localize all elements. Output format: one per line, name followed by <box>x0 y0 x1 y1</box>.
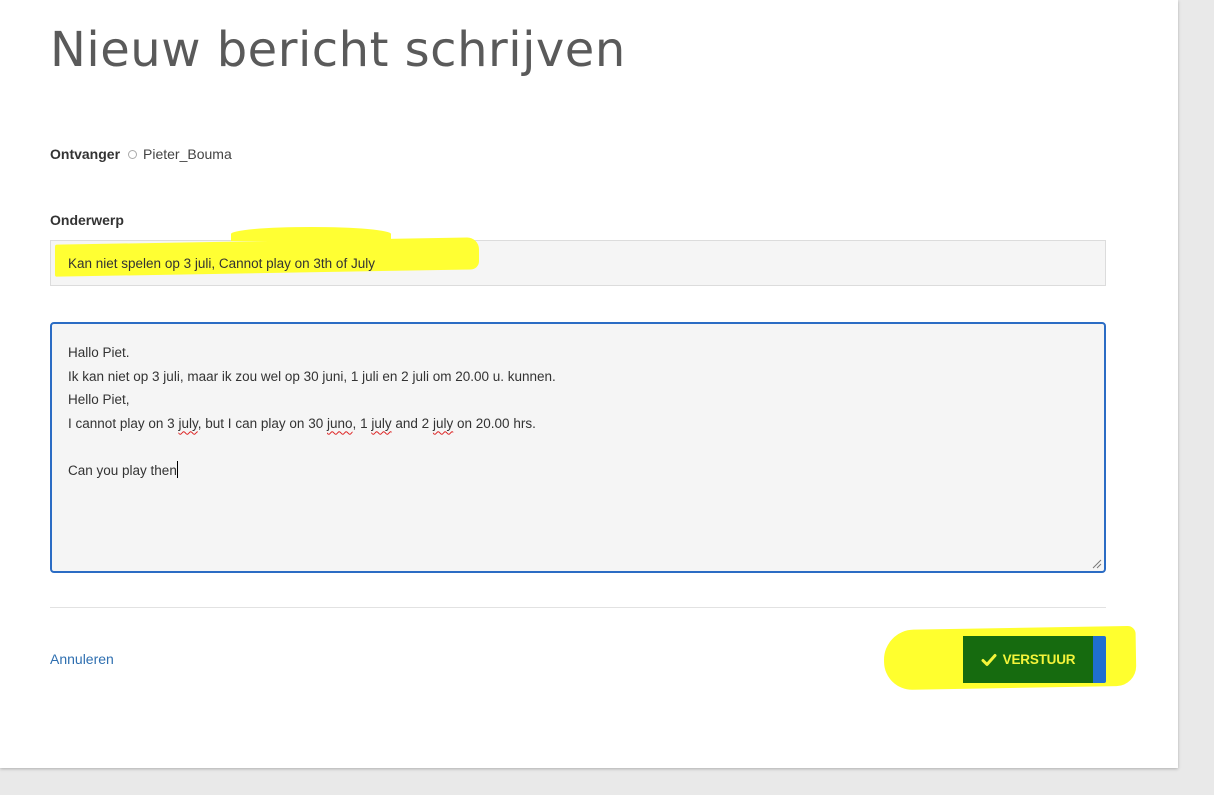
send-button-face: VERSTUUR <box>963 636 1093 683</box>
message-line: Can you play then <box>68 459 1088 483</box>
resize-grip-icon[interactable] <box>1092 559 1102 569</box>
message-line: I cannot play on 3 july, but I can play … <box>68 415 536 431</box>
spellcheck-word: july <box>178 415 198 431</box>
compose-card: Nieuw bericht schrijven Ontvanger Pieter… <box>0 0 1178 768</box>
message-line: Ik kan niet op 3 juli, maar ik zou wel o… <box>68 368 556 384</box>
recipient-name: Pieter_Bouma <box>143 146 232 162</box>
subject-highlighter-mark-top <box>231 227 391 241</box>
radio-circle-icon <box>128 149 138 159</box>
message-last-line: Can you play then <box>68 462 177 478</box>
subject-label: Onderwerp <box>50 212 124 228</box>
spellcheck-word: july <box>371 415 392 431</box>
message-textarea[interactable]: Hallo Piet. Ik kan niet op 3 juli, maar … <box>50 322 1106 573</box>
spellcheck-word: july <box>432 415 454 431</box>
recipient-label: Ontvanger <box>50 146 121 162</box>
recipient-row: Ontvanger Pieter_Bouma <box>50 146 232 162</box>
check-icon <box>981 653 997 666</box>
message-line <box>68 435 1088 459</box>
page-title: Nieuw bericht schrijven <box>50 22 626 78</box>
message-line: Hallo Piet. <box>68 345 130 360</box>
send-button[interactable]: VERSTUUR <box>963 636 1106 683</box>
text-caret <box>176 460 178 478</box>
send-label: VERSTUUR <box>1002 652 1076 667</box>
message-line: Hello Piet, <box>68 392 130 407</box>
subject-input[interactable]: Kan niet spelen op 3 juli, Cannot play o… <box>50 227 1106 286</box>
divider <box>50 607 1106 608</box>
subject-value: Kan niet spelen op 3 juli, Cannot play o… <box>68 256 375 271</box>
cancel-link[interactable]: Annuleren <box>50 651 114 667</box>
spellcheck-word: juno <box>327 415 353 431</box>
